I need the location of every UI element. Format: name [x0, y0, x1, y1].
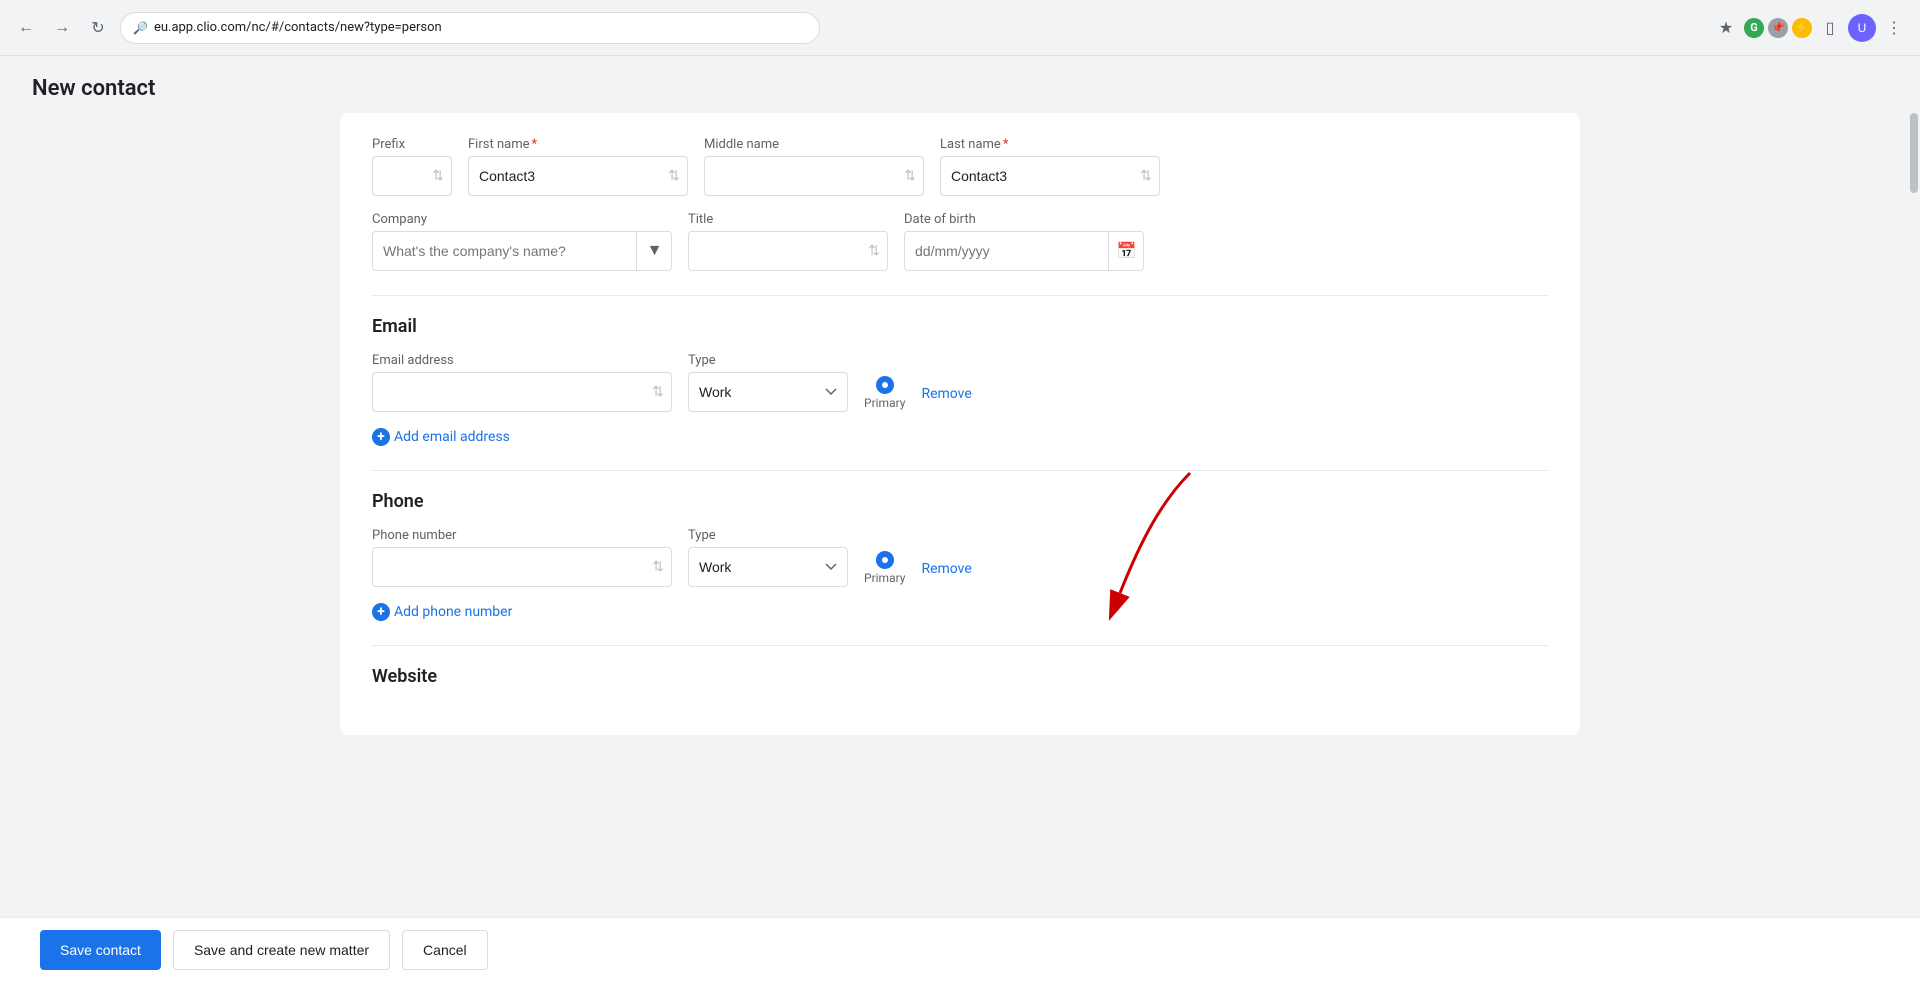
phone-primary-label: Primary	[864, 571, 905, 585]
name-row: Prefix ⇅ First name* ⇅	[372, 137, 1548, 196]
firstname-input-wrap: ⇅	[468, 156, 688, 196]
email-section-divider	[372, 295, 1548, 296]
email-input-wrap: ⇅	[372, 372, 672, 412]
phone-type-group: Type Work Home Mobile Other	[688, 528, 848, 587]
phone-remove-link[interactable]: Remove	[921, 561, 971, 587]
title-input[interactable]	[688, 231, 888, 271]
refresh-button[interactable]: ↻	[84, 14, 112, 42]
email-type-select[interactable]: Work Home Other	[688, 372, 848, 412]
form-card: Prefix ⇅ First name* ⇅	[340, 113, 1580, 735]
email-address-group: Email address ⇅	[372, 353, 672, 412]
dob-calendar-button[interactable]: 📅	[1108, 231, 1144, 271]
middlename-group: Middle name ⇅	[704, 137, 924, 196]
prefix-label: Prefix	[372, 137, 452, 152]
phone-number-group: Phone number ⇅	[372, 528, 672, 587]
address-bar[interactable]: 🔎 eu.app.clio.com/nc/#/contacts/new?type…	[120, 12, 820, 44]
menu-button[interactable]: ⋮	[1880, 14, 1908, 42]
main-content: Prefix ⇅ First name* ⇅	[0, 113, 1920, 933]
middlename-input-wrap: ⇅	[704, 156, 924, 196]
forward-button[interactable]: →	[48, 14, 76, 42]
title-input-wrap: ⇅	[688, 231, 888, 271]
email-primary-wrap: Primary	[864, 376, 905, 412]
firstname-input[interactable]	[468, 156, 688, 196]
email-primary-radio[interactable]	[876, 376, 894, 394]
page-title: New contact	[32, 76, 1888, 101]
action-bar: Save contact Save and create new matter …	[0, 917, 1920, 981]
cancel-button[interactable]: Cancel	[402, 930, 488, 970]
title-label: Title	[688, 212, 888, 227]
phone-field-row: Phone number ⇅ Type Work Home Mobile Oth…	[372, 528, 1548, 587]
dob-group: Date of birth 📅	[904, 212, 1144, 271]
email-input[interactable]	[372, 372, 672, 412]
email-primary-label: Primary	[864, 396, 905, 410]
lastname-input[interactable]	[940, 156, 1160, 196]
prefix-group: Prefix ⇅	[372, 137, 452, 196]
add-email-icon: +	[372, 428, 390, 446]
email-section-heading: Email	[372, 316, 1548, 337]
email-section: Email Email address ⇅ Type Work Home	[372, 316, 1548, 446]
middlename-label: Middle name	[704, 137, 924, 152]
dob-input-wrap: 📅	[904, 231, 1144, 271]
phone-section-heading: Phone	[372, 491, 1548, 512]
extensions-button[interactable]: ▯	[1816, 14, 1844, 42]
extension-yellow-icon: ⚡	[1792, 18, 1812, 38]
lastname-input-wrap: ⇅	[940, 156, 1160, 196]
save-contact-button[interactable]: Save contact	[40, 930, 161, 970]
title-group: Title ⇅	[688, 212, 888, 271]
website-section-heading: Website	[372, 666, 1548, 687]
phone-primary-radio[interactable]	[876, 551, 894, 569]
browser-actions: ★ G 📌 ⚡ ▯ U ⋮	[1712, 14, 1908, 42]
scrollbar-track	[1908, 113, 1920, 933]
scrollbar-thumb[interactable]	[1910, 113, 1918, 193]
phone-input[interactable]	[372, 547, 672, 587]
company-input[interactable]	[372, 231, 672, 271]
email-primary-radio-inner	[882, 382, 888, 388]
phone-section: Phone Phone number ⇅ Type Work Home	[372, 491, 1548, 621]
bookmark-button[interactable]: ★	[1712, 14, 1740, 42]
middlename-input[interactable]	[704, 156, 924, 196]
save-and-create-button[interactable]: Save and create new matter	[173, 930, 390, 970]
prefix-input[interactable]	[372, 156, 452, 196]
lastname-label: Last name*	[940, 137, 1160, 152]
add-email-link[interactable]: + Add email address	[372, 428, 510, 446]
url-text: eu.app.clio.com/nc/#/contacts/new?type=p…	[154, 20, 807, 35]
phone-type-select[interactable]: Work Home Mobile Other	[688, 547, 848, 587]
email-field-row: Email address ⇅ Type Work Home Other	[372, 353, 1548, 412]
email-type-group: Type Work Home Other	[688, 353, 848, 412]
add-phone-link[interactable]: + Add phone number	[372, 603, 512, 621]
extension-green-icon: G	[1744, 18, 1764, 38]
phone-type-label: Type	[688, 528, 848, 543]
company-dropdown-button[interactable]: ▼	[636, 231, 672, 271]
add-email-row: + Add email address	[372, 424, 1548, 446]
add-phone-row: + Add phone number	[372, 599, 1548, 621]
website-section-divider	[372, 645, 1548, 646]
dob-label: Date of birth	[904, 212, 1144, 227]
company-group: Company ▼	[372, 212, 672, 271]
page-header: New contact	[0, 56, 1920, 113]
email-remove-link[interactable]: Remove	[921, 386, 971, 412]
lastname-group: Last name* ⇅	[940, 137, 1160, 196]
firstname-label: First name*	[468, 137, 688, 152]
email-type-label: Type	[688, 353, 848, 368]
add-phone-icon: +	[372, 603, 390, 621]
browser-chrome: ← → ↻ 🔎 eu.app.clio.com/nc/#/contacts/ne…	[0, 0, 1920, 56]
website-section: Website	[372, 666, 1548, 687]
company-input-wrap: ▼	[372, 231, 672, 271]
company-row: Company ▼ Title ⇅ Date of birth	[372, 212, 1548, 271]
firstname-group: First name* ⇅	[468, 137, 688, 196]
phone-number-label: Phone number	[372, 528, 672, 543]
url-security-icon: 🔎	[133, 21, 148, 35]
phone-input-wrap: ⇅	[372, 547, 672, 587]
profile-button[interactable]: U	[1848, 14, 1876, 42]
phone-primary-wrap: Primary	[864, 551, 905, 587]
phone-primary-radio-inner	[882, 557, 888, 563]
prefix-input-wrap: ⇅	[372, 156, 452, 196]
phone-section-divider	[372, 470, 1548, 471]
back-button[interactable]: ←	[12, 14, 40, 42]
company-label: Company	[372, 212, 672, 227]
email-address-label: Email address	[372, 353, 672, 368]
name-section: Prefix ⇅ First name* ⇅	[372, 137, 1548, 271]
extension-clip-icon: 📌	[1768, 18, 1788, 38]
